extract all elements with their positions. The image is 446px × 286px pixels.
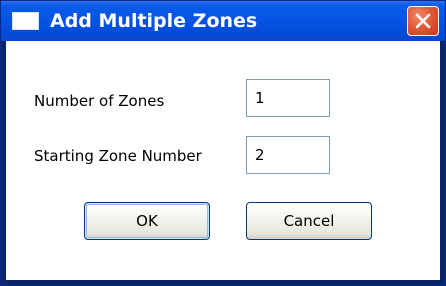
dialog-body: Number of Zones Starting Zone Number OK … [6,41,440,280]
window-icon [12,12,39,30]
number-of-zones-label: Number of Zones [34,92,165,110]
close-button[interactable] [407,6,439,36]
ok-button[interactable]: OK [84,202,210,240]
starting-zone-number-input[interactable] [246,136,330,174]
number-of-zones-input[interactable] [246,79,330,117]
dialog-title: Add Multiple Zones [50,10,258,32]
starting-zone-number-label: Starting Zone Number [34,147,202,165]
cancel-button[interactable]: Cancel [246,202,372,240]
add-multiple-zones-dialog: Add Multiple Zones Number of Zones Start… [0,0,446,286]
close-icon [415,13,431,29]
title-bar[interactable]: Add Multiple Zones [1,1,445,41]
